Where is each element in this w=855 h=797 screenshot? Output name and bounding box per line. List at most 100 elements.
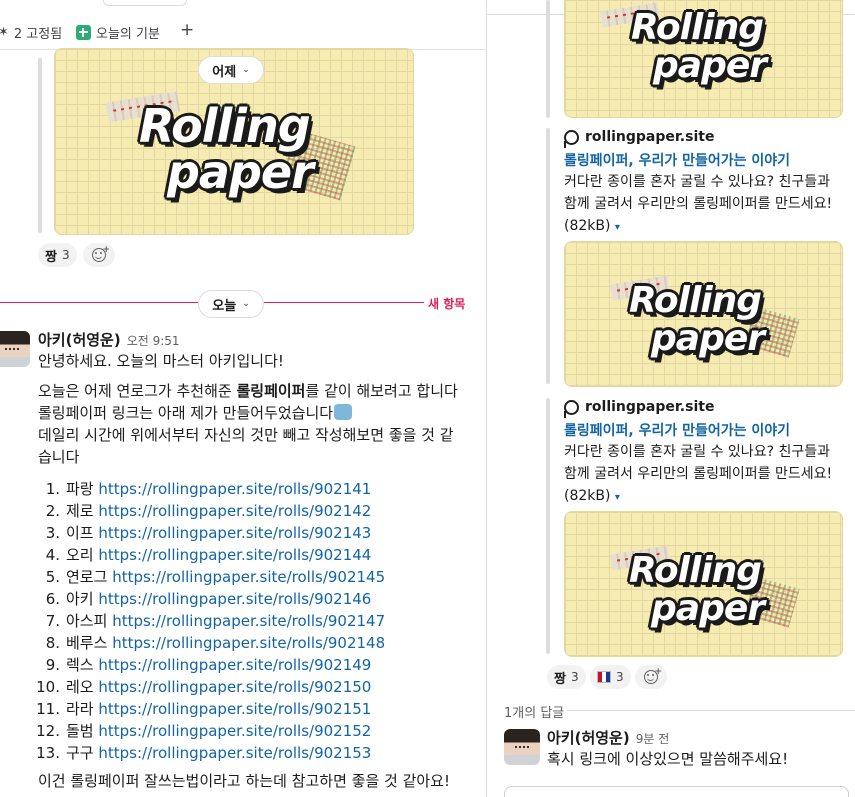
- greeting-text: 안녕하세요. 오늘의 마스터 아키입니다!: [38, 352, 284, 370]
- link-preview-image[interactable]: Rolling paper: [564, 511, 843, 657]
- list-item: 12. 돌범 https://rollingpaper.site/rolls/90…: [36, 722, 372, 740]
- site-favicon-icon: [564, 399, 579, 418]
- reaction-count: 3: [616, 670, 624, 684]
- avatar[interactable]: [0, 331, 30, 367]
- timestamp[interactable]: 9분 전: [636, 732, 670, 746]
- timestamp[interactable]: 오전 9:51: [127, 334, 180, 348]
- list-item: 10. 레오 https://rollingpaper.site/rolls/90…: [36, 678, 372, 696]
- roll-link[interactable]: https://rollingpaper.site/rolls/902153: [98, 744, 371, 762]
- logo-paper: paper: [651, 588, 765, 629]
- roll-link[interactable]: https://rollingpaper.site/rolls/902145: [112, 568, 385, 586]
- unfurl-desc-text: 커다란 종이를 혼자 굴릴 수 있나요? 친구들과 함께 굴려서 우리만의 롤링…: [564, 444, 833, 504]
- reply-count-divider: [567, 710, 855, 711]
- attachment-quote-bar: [546, 0, 550, 118]
- unfurl-quote-bar: [546, 398, 550, 654]
- roll-link[interactable]: https://rollingpaper.site/rolls/902143: [98, 524, 371, 542]
- list-item: 13. 구구 https://rollingpaper.site/rolls/90…: [36, 744, 372, 762]
- unfurl-site[interactable]: rollingpaper.site: [564, 129, 715, 148]
- logo-rolling: Rolling: [629, 550, 762, 591]
- reply-header: 아키(허영운) 9분 전: [547, 727, 669, 748]
- logo-rolling: Rolling: [631, 7, 764, 48]
- author-name[interactable]: 아키(허영운): [547, 729, 630, 747]
- pinned-bookmark[interactable]: ✶ 2 고정됨: [0, 23, 62, 42]
- canvas-bookmark[interactable]: 오늘의 기분: [76, 23, 160, 42]
- unfurl-title[interactable]: 롤링페이퍼, 우리가 만들어가는 이야기: [564, 150, 790, 170]
- logo-paper: paper: [167, 145, 314, 199]
- unfurl-site[interactable]: rollingpaper.site: [564, 399, 714, 418]
- unfurl-title[interactable]: 롤링페이퍼, 우리가 만들어가는 이야기: [564, 420, 790, 440]
- message-footer-text: 이건 롤링페이퍼 잘쓰는법이라고 하는데 참고하면 좋을 것 같아요!: [38, 772, 450, 790]
- roll-link[interactable]: https://rollingpaper.site/rolls/902147: [112, 612, 385, 630]
- roll-link[interactable]: https://rollingpaper.site/rolls/902149: [98, 656, 371, 674]
- reply-count-label: 1개의 답글: [504, 706, 565, 721]
- list-item: 7. 아스피 https://rollingpaper.site/rolls/90…: [45, 612, 386, 630]
- chevron-down-icon: ⌄: [242, 65, 250, 75]
- caret-down-icon[interactable]: ▾: [615, 222, 620, 233]
- unfurl-description: 커다란 종이를 혼자 굴릴 수 있나요? 친구들과 함께 굴려서 우리만의 롤링…: [564, 171, 846, 239]
- date-divider-yesterday[interactable]: 어제 ⌄: [198, 56, 264, 84]
- date-label: 어제: [212, 64, 237, 80]
- chevron-down-icon: ⌄: [242, 299, 250, 309]
- new-messages-line-left: [0, 302, 198, 303]
- reaction-chip[interactable]: 짱 3: [547, 665, 586, 689]
- pin-icon: ✶: [0, 25, 9, 40]
- channel-bookmarks-bar: ✶ 2 고정됨 오늘의 기분 +: [0, 0, 486, 50]
- rolls-list: 1. 파랑 https://rollingpaper.site/rolls/902…: [36, 478, 386, 764]
- unfurl-desc-text: 커다란 종이를 혼자 굴릴 수 있나요? 친구들과 함께 굴려서 우리만의 롤링…: [564, 174, 833, 234]
- flag-emoji-icon: [597, 671, 611, 683]
- list-item: 4. 오리 https://rollingpaper.site/rolls/902…: [45, 546, 372, 564]
- roll-link[interactable]: https://rollingpaper.site/rolls/902152: [98, 722, 371, 740]
- roll-link[interactable]: https://rollingpaper.site/rolls/902144: [98, 546, 371, 564]
- roll-link[interactable]: https://rollingpaper.site/rolls/902148: [112, 634, 385, 652]
- add-reaction-button[interactable]: +: [635, 665, 667, 689]
- reaction-chip[interactable]: 3: [590, 665, 631, 689]
- list-item: 9. 렉스 https://rollingpaper.site/rolls/902…: [45, 656, 372, 674]
- author-name[interactable]: 아키(허영운): [38, 331, 121, 349]
- new-messages-line-right: [264, 302, 424, 303]
- para2-text: 롤링페이퍼 링크는 아래 제가 만들어두었습니다: [38, 404, 334, 422]
- reaction-count: 3: [570, 670, 579, 684]
- link-preview-image[interactable]: Rolling paper: [564, 0, 843, 118]
- link-preview-image[interactable]: Rolling paper: [564, 241, 843, 387]
- date-label: 오늘: [212, 298, 237, 314]
- roll-link[interactable]: https://rollingpaper.site/rolls/902141: [98, 480, 371, 498]
- list-item: 1. 파랑 https://rollingpaper.site/rolls/902…: [45, 480, 372, 498]
- roll-link[interactable]: https://rollingpaper.site/rolls/902142: [98, 502, 371, 520]
- caret-down-icon[interactable]: ▾: [615, 492, 620, 503]
- reaction-emoji: 짱: [45, 249, 57, 265]
- list-item: 2. 제로 https://rollingpaper.site/rolls/902…: [45, 502, 372, 520]
- site-favicon-icon: [564, 129, 579, 148]
- logo-paper: paper: [651, 318, 765, 359]
- paragraph-1: 오늘은 어제 연로그가 추천해준 롤링페이퍼를 같이 해보려고 합니다: [38, 380, 478, 402]
- para1-text-end: 를 같이 해보려고 합니다: [305, 382, 458, 400]
- roll-link[interactable]: https://rollingpaper.site/rolls/902151: [98, 700, 371, 718]
- unfurl-description: 커다란 종이를 혼자 굴릴 수 있나요? 친구들과 함께 굴려서 우리만의 롤링…: [564, 441, 846, 509]
- reaction-chip[interactable]: 짱 3: [38, 243, 77, 267]
- reply-composer[interactable]: [504, 786, 849, 797]
- site-name: rollingpaper.site: [585, 129, 715, 145]
- paragraph-3: 데일리 시간에 위에서부터 자신의 것만 빼고 작성해보면 좋을 것 같습니다: [38, 426, 454, 466]
- roll-link[interactable]: https://rollingpaper.site/rolls/902150: [98, 678, 371, 696]
- tab-fragment[interactable]: [103, 0, 187, 6]
- plus-icon: +: [180, 20, 195, 40]
- list-item: 11. 라라 https://rollingpaper.site/rolls/90…: [36, 700, 372, 718]
- list-item: 3. 이프 https://rollingpaper.site/rolls/902…: [45, 524, 372, 542]
- avatar[interactable]: [504, 729, 540, 765]
- unfurl-quote-bar: [546, 128, 550, 384]
- bold-text: 롤링페이퍼: [236, 382, 306, 400]
- pinned-label: 2 고정됨: [13, 27, 63, 42]
- logo-rolling: Rolling: [629, 280, 762, 321]
- date-divider-today[interactable]: 오늘 ⌄: [198, 290, 264, 318]
- list-item: 5. 연로그 https://rollingpaper.site/rolls/90…: [45, 568, 386, 586]
- thread-pane: Rolling paper rollingpaper.site 롤링페이퍼, 우…: [487, 0, 855, 797]
- paragraph-2: 롤링페이퍼 링크는 아래 제가 만들어두었습니다: [38, 402, 478, 424]
- channel-pane: ✶ 2 고정됨 오늘의 기분 + Rolling paper 어제 ⌄ 짱 3 …: [0, 0, 486, 797]
- roll-link[interactable]: https://rollingpaper.site/rolls/902146: [98, 590, 371, 608]
- message-body: 안녕하세요. 오늘의 마스터 아키입니다! 오늘은 어제 연로그가 추천해준 롤…: [38, 350, 478, 468]
- para1-text: 오늘은 어제 연로그가 추천해준: [38, 382, 237, 400]
- add-bookmark-button[interactable]: +: [180, 20, 194, 40]
- canvas-label: 오늘의 기분: [96, 27, 160, 42]
- wave-emoji-icon: [334, 404, 353, 420]
- add-reaction-button[interactable]: +: [83, 243, 115, 267]
- list-item: 8. 베루스 https://rollingpaper.site/rolls/90…: [45, 634, 386, 652]
